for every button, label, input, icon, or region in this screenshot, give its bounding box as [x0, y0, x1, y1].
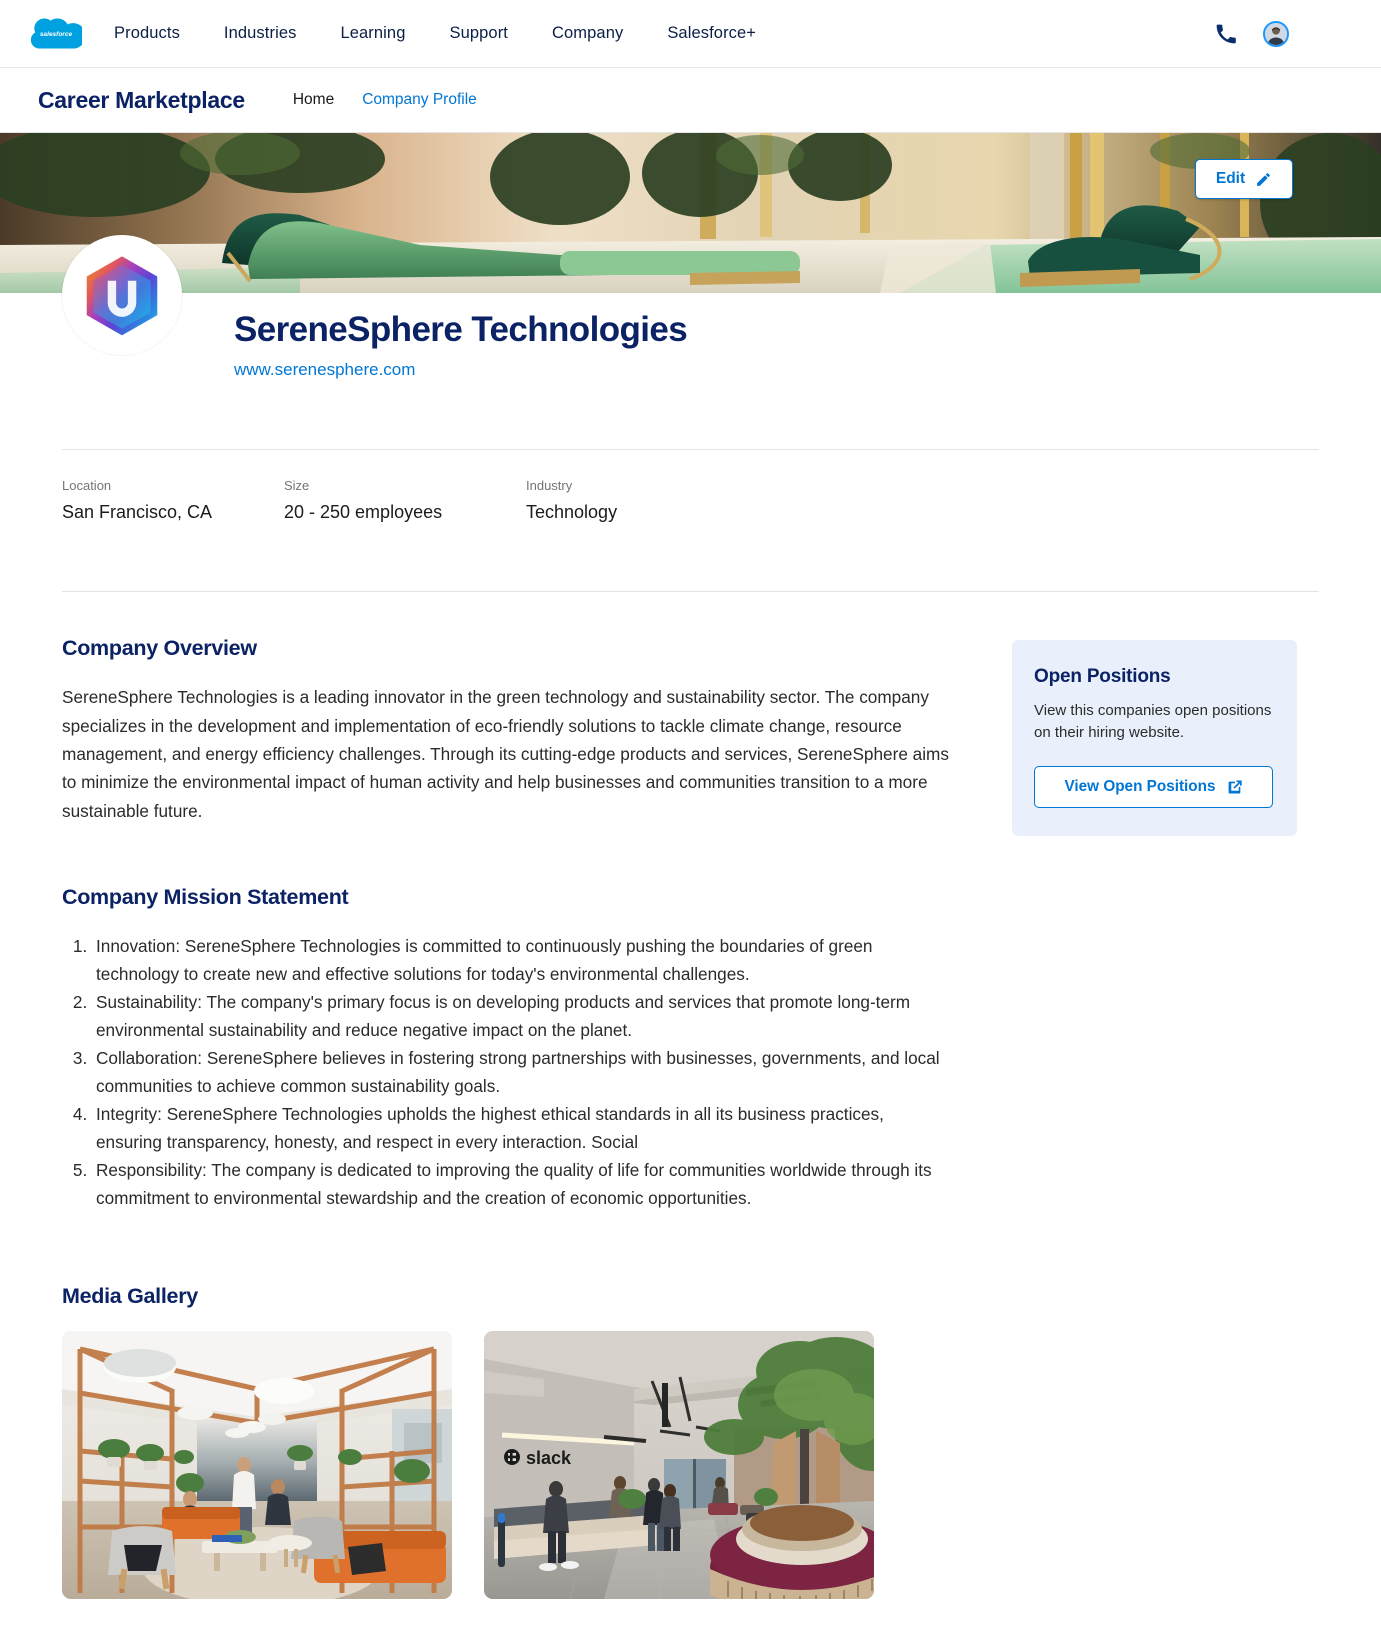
media-gallery-row: slack: [62, 1331, 952, 1600]
nav-link-company[interactable]: Company: [530, 16, 645, 51]
meta-industry: Industry Technology: [526, 478, 617, 523]
phone-icon[interactable]: [1215, 23, 1237, 45]
list-item: Sustainability: The company's primary fo…: [92, 988, 952, 1044]
company-overview-title: Company Overview: [62, 636, 257, 661]
open-positions-card: Open Positions View this companies open …: [1012, 640, 1297, 836]
nav-link-industries[interactable]: Industries: [202, 16, 319, 51]
tab-home[interactable]: Home: [279, 85, 348, 115]
media-gallery-title: Media Gallery: [62, 1284, 198, 1309]
global-navigation-bar: salesforce Products Industries Learning …: [0, 0, 1381, 68]
open-positions-title: Open Positions: [1034, 666, 1171, 688]
meta-location: Location San Francisco, CA: [62, 478, 284, 523]
pencil-icon: [1257, 172, 1271, 186]
meta-industry-label: Industry: [526, 478, 573, 493]
global-nav-links: Products Industries Learning Support Com…: [106, 16, 778, 51]
app-title: Career Marketplace: [38, 86, 245, 113]
meta-size-label: Size: [284, 478, 310, 493]
list-item: Collaboration: SereneSphere believes in …: [92, 1044, 952, 1100]
mission-section: Company Mission Statement Innovation: Se…: [62, 885, 952, 1212]
global-nav-actions: [1215, 20, 1351, 47]
sidebar-column: Open Positions View this companies open …: [1012, 636, 1319, 836]
page-title: SereneSphere Technologies: [234, 310, 688, 349]
profile-header: SereneSphere Technologies www.serenesphe…: [62, 235, 1319, 411]
gallery-image-1[interactable]: [62, 1331, 452, 1600]
nav-link-products[interactable]: Products: [106, 16, 202, 51]
media-gallery-section: Media Gallery slack: [62, 1284, 952, 1639]
company-overview-text: SereneSphere Technologies is a leading i…: [62, 687, 949, 821]
slack-office-lobby-photo: slack: [484, 1331, 874, 1600]
company-meta-row: Location San Francisco, CA Size 20 - 250…: [62, 450, 1319, 553]
list-item: Responsibility: The company is dedicated…: [92, 1156, 952, 1212]
meta-size-value: 20 - 250 employees: [284, 501, 443, 522]
hero-banner-image: [0, 133, 1381, 293]
list-item: Innovation: SereneSphere Technologies is…: [92, 932, 952, 988]
profile-content: SereneSphere Technologies www.serenesphe…: [0, 235, 1381, 1639]
nav-link-salesforce-plus[interactable]: Salesforce+: [645, 16, 778, 51]
salesforce-logo-text: salesforce: [40, 31, 73, 38]
salesforce-cloud-logo[interactable]: salesforce: [30, 15, 82, 52]
edit-banner-button[interactable]: Edit: [1195, 159, 1293, 199]
avatar[interactable]: [1263, 20, 1289, 47]
company-identity: SereneSphere Technologies www.serenesphe…: [234, 293, 688, 380]
nav-link-learning[interactable]: Learning: [318, 16, 427, 51]
mission-statement-title: Company Mission Statement: [62, 885, 349, 910]
company-profile-page: salesforce Products Industries Learning …: [0, 0, 1381, 1639]
edit-button-label: Edit: [1215, 170, 1246, 187]
list-item: Integrity: SereneSphere Technologies uph…: [92, 1100, 952, 1156]
nav-link-support[interactable]: Support: [428, 16, 531, 51]
main-columns: Company Overview SereneSphere Technologi…: [62, 592, 1319, 1639]
meta-location-label: Location: [62, 478, 112, 493]
view-open-positions-button[interactable]: View Open Positions: [1034, 765, 1273, 808]
meta-industry-value: Technology: [526, 501, 618, 522]
office-lounge-wood-frame-photo: [62, 1331, 452, 1600]
svg-text:slack: slack: [526, 1448, 572, 1468]
company-logo-container: [62, 235, 182, 355]
meta-location-value: San Francisco, CA: [62, 501, 213, 522]
tab-company-profile[interactable]: Company Profile: [348, 85, 491, 115]
avatar-image: [1265, 22, 1287, 45]
app-navigation-bar: Career Marketplace Home Company Profile: [0, 68, 1381, 133]
view-open-positions-label: View Open Positions: [1064, 777, 1216, 795]
mission-list: Innovation: SereneSphere Technologies is…: [62, 932, 952, 1212]
main-column: Company Overview SereneSphere Technologi…: [62, 636, 952, 1639]
hero-banner: Edit: [0, 133, 1381, 293]
gallery-image-2[interactable]: slack: [484, 1331, 874, 1600]
external-link-icon: [1228, 780, 1242, 794]
serenesphere-hexagon-logo: [86, 256, 158, 336]
meta-size: Size 20 - 250 employees: [284, 478, 526, 523]
company-website-link[interactable]: www.serenesphere.com: [234, 360, 415, 379]
open-positions-description: View this companies open positions on th…: [1034, 702, 1272, 742]
